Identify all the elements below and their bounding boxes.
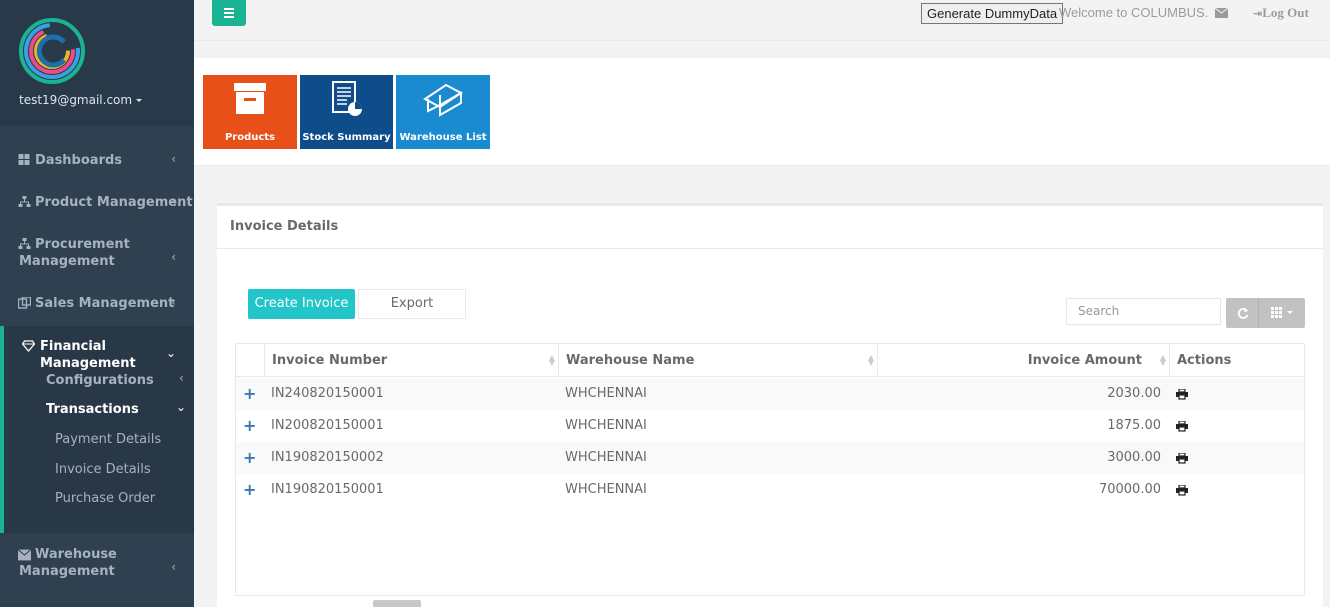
sidebar-subitem-configurations[interactable]: Configurations xyxy=(46,373,154,388)
chevron-down-icon: ⌄ xyxy=(176,400,187,414)
sidebar-subitem-purchase-order[interactable]: Purchase Order xyxy=(55,491,155,506)
archive-box-icon xyxy=(234,83,266,114)
expand-row-icon[interactable]: + xyxy=(243,410,256,442)
column-header-invoice-number[interactable]: Invoice Number ▲ ▼ xyxy=(264,344,559,377)
sidebar-item-label: Sales Management xyxy=(35,296,175,311)
expand-row-icon[interactable]: + xyxy=(243,378,256,410)
refresh-icon[interactable] xyxy=(1237,307,1249,319)
chevron-left-icon: ‹ xyxy=(179,371,184,385)
column-header-actions: Actions xyxy=(1169,344,1304,377)
warehouse-name: WHCHENNAI xyxy=(565,386,647,401)
sales-icon xyxy=(18,297,31,309)
sitemap-icon xyxy=(18,238,31,249)
sidebar-subitem-payment-details[interactable]: Payment Details xyxy=(55,432,161,447)
logout-link[interactable]: ⇥Log Out xyxy=(1253,5,1309,21)
warehouse-name: WHCHENNAI xyxy=(565,450,647,465)
tile-label: Warehouse List xyxy=(399,132,487,143)
invoice-number: IN200820150001 xyxy=(271,418,384,433)
table-row: + IN240820150001 WHCHENNAI 2030.00 xyxy=(236,378,1304,410)
menu-toggle-button[interactable] xyxy=(212,0,246,26)
chevron-left-icon: ‹ xyxy=(171,152,176,166)
warehouse-name: WHCHENNAI xyxy=(565,418,647,433)
panel-title: Invoice Details xyxy=(230,219,339,234)
welcome-message: Welcome to COLUMBUS. xyxy=(1059,5,1209,20)
sidebar-item-label-2: Management xyxy=(19,254,115,269)
invoice-amount: 70000.00 xyxy=(1098,482,1161,497)
sort-icon: ▲ ▼ xyxy=(867,353,874,367)
chevron-left-icon: ‹ xyxy=(171,560,176,574)
export-button[interactable]: Export xyxy=(358,289,466,319)
sidebar-item-procurement-management[interactable]: Procurement Management ‹ xyxy=(0,236,194,270)
profile-email[interactable]: test19@gmail.com xyxy=(19,93,143,107)
table-header: Invoice Number ▲ ▼ Warehouse Name ▲ ▼ Invoic… xyxy=(236,344,1304,377)
search-input[interactable]: Search xyxy=(1066,298,1221,325)
profile-section: test19@gmail.com xyxy=(0,0,194,126)
sidebar-item-financial-management[interactable]: Financial Management ⌄ xyxy=(0,338,194,371)
scroll-stub xyxy=(373,600,421,607)
quick-links-band: Products Stock Summary Warehouse List xyxy=(194,58,1330,166)
print-icon[interactable] xyxy=(1176,453,1188,464)
sidebar-item-dashboards[interactable]: Dashboards ‹ xyxy=(0,152,194,169)
top-navbar: Generate DummyData Welcome to COLUMBUS. … xyxy=(194,0,1330,41)
sidebar-item-sales-management[interactable]: Sales Management ‹ xyxy=(0,295,194,312)
table-row: + IN190820150002 WHCHENNAI 3000.00 xyxy=(236,442,1304,474)
tile-warehouse-list[interactable]: Warehouse List xyxy=(396,75,490,149)
chevron-left-icon: ‹ xyxy=(171,295,176,309)
invoice-table: Invoice Number ▲ ▼ Warehouse Name ▲ ▼ Invoic… xyxy=(235,343,1305,596)
chevron-left-icon: ‹ xyxy=(171,194,176,208)
hamburger-icon xyxy=(224,8,234,10)
sidebar-item-label-2: Management xyxy=(19,564,115,579)
expand-row-icon[interactable]: + xyxy=(243,474,256,506)
warehouse-name: WHCHENNAI xyxy=(565,482,647,497)
diamond-icon xyxy=(22,340,35,352)
print-icon[interactable] xyxy=(1176,389,1188,400)
tile-products[interactable]: Products xyxy=(203,75,297,149)
sidebar-subitem-transactions[interactable]: Transactions xyxy=(46,402,139,417)
invoice-amount: 3000.00 xyxy=(1107,450,1161,465)
invoice-amount: 1875.00 xyxy=(1107,418,1161,433)
report-document-icon xyxy=(331,81,362,116)
sidebar-item-label: Dashboards xyxy=(35,153,123,168)
mail-icon[interactable] xyxy=(1215,8,1228,18)
sidebar-item-label: Product Management xyxy=(35,195,193,210)
sort-icon: ▲ ▼ xyxy=(1159,353,1166,367)
sidebar-item-label: Procurement xyxy=(35,237,130,252)
print-icon[interactable] xyxy=(1176,485,1188,496)
table-toolbar xyxy=(1226,298,1305,328)
invoice-details-panel: Invoice Details Create Invoice Export Se… xyxy=(217,203,1323,607)
column-header-invoice-amount[interactable]: Invoice Amount ▲ ▼ xyxy=(877,344,1170,377)
table-row: + IN190820150001 WHCHENNAI 70000.00 xyxy=(236,474,1304,506)
tile-label: Products xyxy=(224,132,276,143)
expand-row-icon[interactable]: + xyxy=(243,442,256,474)
invoice-number: IN240820150001 xyxy=(271,386,384,401)
sidebar-item-label: Warehouse xyxy=(35,547,117,562)
sidebar-item-product-management[interactable]: Product Management ‹ xyxy=(0,194,194,211)
caret-down-icon xyxy=(1287,311,1293,314)
columns-icon[interactable] xyxy=(1271,307,1283,318)
invoice-number: IN190820150002 xyxy=(271,450,384,465)
invoice-amount: 2030.00 xyxy=(1107,386,1161,401)
chevron-down-icon: ⌄ xyxy=(165,346,176,360)
sign-out-icon: ⇥ xyxy=(1253,7,1263,20)
table-row: + IN200820150001 WHCHENNAI 1875.00 xyxy=(236,410,1304,442)
tile-label: Stock Summary xyxy=(302,132,391,143)
warehouse-icon xyxy=(423,83,463,117)
sidebar: test19@gmail.com Dashboards ‹ Product Ma… xyxy=(0,0,194,607)
envelope-icon xyxy=(18,549,31,561)
caret-down-icon xyxy=(136,99,143,102)
print-icon[interactable] xyxy=(1176,421,1188,432)
invoice-number: IN190820150001 xyxy=(271,482,384,497)
chevron-left-icon: ‹ xyxy=(171,250,176,264)
sort-icon: ▲ ▼ xyxy=(548,353,555,367)
columbus-logo xyxy=(19,18,85,84)
sidebar-item-warehouse-management[interactable]: Warehouse Management ‹ xyxy=(0,546,194,580)
generate-dummydata-button[interactable]: Generate DummyData xyxy=(921,3,1064,24)
sitemap-icon xyxy=(18,196,31,207)
create-invoice-button[interactable]: Create Invoice xyxy=(248,289,355,319)
column-header-warehouse-name[interactable]: Warehouse Name ▲ ▼ xyxy=(558,344,878,377)
dashboard-icon xyxy=(18,154,30,165)
tile-stock-summary[interactable]: Stock Summary xyxy=(300,75,393,149)
sidebar-subitem-invoice-details[interactable]: Invoice Details xyxy=(55,462,151,477)
divider xyxy=(217,248,1323,249)
